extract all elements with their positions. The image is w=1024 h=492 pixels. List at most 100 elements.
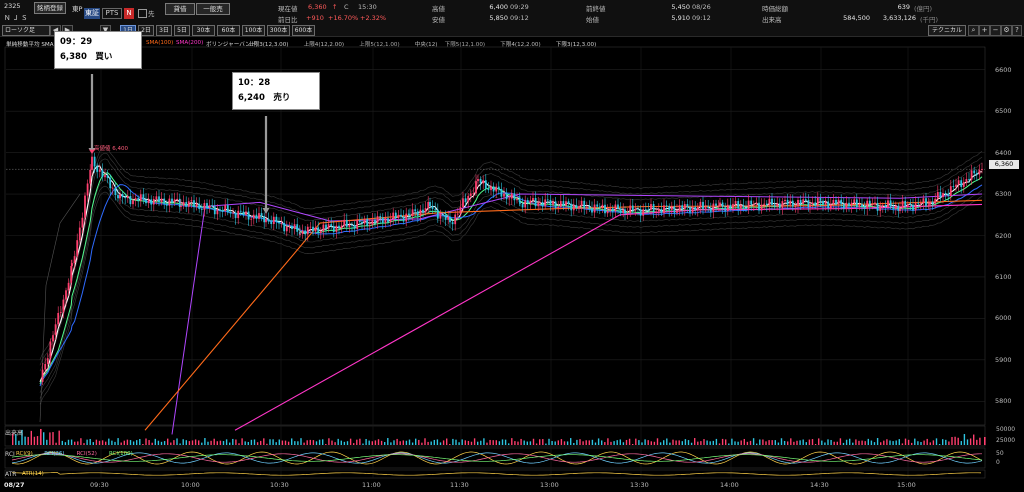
- volume-bar: [334, 442, 336, 445]
- volume-bar: [917, 441, 919, 445]
- candle-body: [952, 186, 955, 187]
- checkbox[interactable]: [138, 9, 147, 18]
- price-chart[interactable]: [0, 36, 1024, 492]
- candle-body: [216, 209, 219, 215]
- volume-bar: [40, 429, 42, 445]
- candle-body: [947, 193, 950, 196]
- volume-bar: [560, 439, 563, 445]
- volume-bar: [142, 444, 144, 445]
- candle-body: [285, 226, 288, 232]
- interval-tab-3[interactable]: 5日: [174, 25, 190, 36]
- candle-body: [732, 203, 734, 209]
- candle-body: [899, 208, 901, 211]
- interval-tab-4[interactable]: 30本: [192, 25, 215, 36]
- volume-bar: [883, 440, 885, 445]
- candle-body: [892, 206, 895, 209]
- general-sell-button[interactable]: 一般売: [196, 3, 230, 15]
- sell-annotation: 10：28 6,240 売り: [232, 72, 320, 110]
- news-badge[interactable]: N: [124, 8, 134, 19]
- volume-bar: [461, 439, 463, 445]
- interval-tab-7[interactable]: 300本: [267, 25, 290, 36]
- candle-body: [673, 206, 676, 213]
- candle-body: [91, 156, 93, 170]
- stock-code: 2325: [4, 2, 21, 10]
- candle-body: [565, 201, 567, 206]
- candle-body: [86, 183, 89, 196]
- technical-button[interactable]: テクニカル: [928, 25, 966, 36]
- search-icon[interactable]: ⌕: [968, 25, 979, 36]
- candle-body: [665, 205, 668, 207]
- candle-body: [429, 201, 431, 207]
- rci-panel-title: RCI: [5, 451, 15, 458]
- volume-bar: [824, 442, 826, 445]
- buy-annotation: 09：29 6,380 買い: [54, 31, 142, 69]
- bollinger-legend-item: 中央(12): [414, 42, 438, 48]
- interval-tab-8[interactable]: 600本: [292, 25, 315, 36]
- time-tick: 10:30: [270, 481, 289, 489]
- interval-tab-6[interactable]: 100本: [242, 25, 265, 36]
- candle-body: [171, 198, 173, 203]
- volume-bar: [371, 441, 373, 445]
- candle-body: [601, 204, 604, 208]
- bollinger-legend-item: 上限5(12,1.00): [359, 42, 400, 48]
- volume-bar: [291, 438, 293, 445]
- candle-body: [280, 223, 283, 224]
- candle-body: [206, 203, 208, 208]
- candle-body: [49, 341, 52, 359]
- candle-body: [742, 205, 745, 208]
- interval-tab-5[interactable]: 60本: [217, 25, 240, 36]
- volume-bar: [477, 441, 479, 445]
- candle-body: [402, 216, 405, 222]
- volume-bar: [886, 439, 888, 445]
- candle-body: [717, 205, 720, 207]
- chart-type-select[interactable]: ローソク足: [2, 25, 50, 36]
- volume-bar: [160, 441, 163, 445]
- candle-body: [62, 299, 65, 313]
- volume-bar: [312, 440, 315, 445]
- volume-bar: [74, 441, 76, 445]
- volume-bar: [663, 440, 665, 445]
- market-cap-label: 時価総額: [762, 5, 788, 13]
- volume-bar: [396, 438, 398, 445]
- candle-body: [139, 194, 142, 201]
- credit-button[interactable]: 貸借: [165, 3, 195, 15]
- candle-body: [299, 234, 301, 235]
- volume-bar: [539, 439, 541, 445]
- candle-body: [773, 205, 776, 207]
- candle-body: [309, 226, 312, 228]
- volume-bar: [907, 439, 910, 445]
- candle-body: [837, 199, 840, 205]
- candle-body: [234, 212, 237, 219]
- candle-body: [567, 201, 570, 204]
- sma200-line: [234, 203, 983, 431]
- current-time: 15:30: [358, 3, 377, 11]
- settings-icon[interactable]: ⚙: [1001, 25, 1012, 36]
- volume-bar: [523, 440, 525, 445]
- time-tick: 11:00: [362, 481, 381, 489]
- buy-annotation-time: 09：29: [60, 37, 93, 47]
- volume-bar: [535, 443, 538, 445]
- candle-body: [689, 206, 691, 213]
- candle-body: [962, 182, 965, 187]
- candle-body: [686, 204, 689, 207]
- volume-bar: [945, 439, 947, 445]
- volume-bar: [67, 439, 70, 445]
- volume-bar: [411, 442, 414, 445]
- zoom-out-icon[interactable]: −: [990, 25, 1001, 36]
- candle-body: [747, 200, 750, 209]
- time-tick: 15:00: [897, 481, 916, 489]
- candle-body: [696, 207, 699, 211]
- candle-body: [168, 198, 171, 206]
- interval-tab-2[interactable]: 3日: [156, 25, 172, 36]
- volume-bar: [148, 440, 150, 445]
- candle-body: [609, 208, 612, 211]
- volume-bar: [771, 440, 773, 445]
- candle-body: [237, 210, 240, 219]
- tab-pts[interactable]: PTS: [102, 8, 122, 19]
- zoom-in-icon[interactable]: +: [979, 25, 990, 36]
- volume-bar: [318, 439, 321, 445]
- help-icon[interactable]: ?: [1012, 25, 1022, 36]
- tab-tse[interactable]: 東証: [84, 8, 100, 19]
- volume-bar: [876, 438, 879, 445]
- register-stock-button[interactable]: 銘柄登録: [34, 2, 66, 14]
